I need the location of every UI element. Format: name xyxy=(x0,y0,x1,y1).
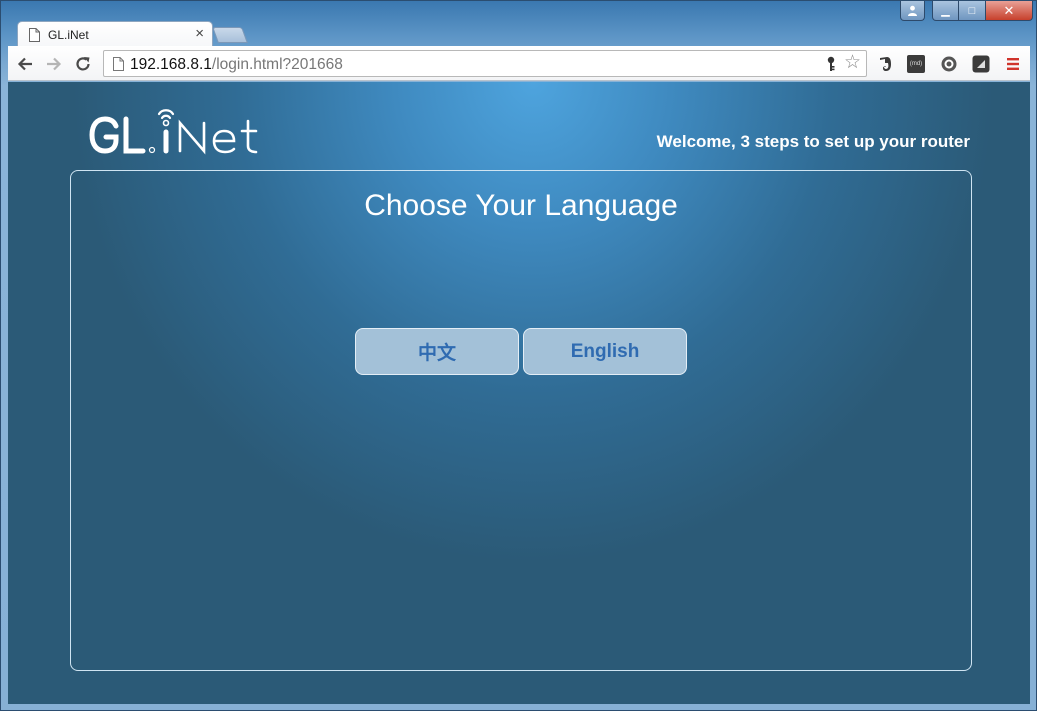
page-viewport: Welcome, 3 steps to set up your router C… xyxy=(8,82,1030,704)
browser-toolbar: 192.168.8.1/login.html?201668 ☆ (md) xyxy=(8,46,1030,81)
back-button[interactable] xyxy=(14,53,36,75)
minimize-button[interactable]: ▁ xyxy=(932,1,959,21)
new-tab-button[interactable] xyxy=(212,27,248,43)
browser-window: GL.iNet × ▁ □ ✕ 192.168.8.1/login.html?2… xyxy=(0,0,1037,711)
forward-button[interactable] xyxy=(43,53,65,75)
browser-tab[interactable]: GL.iNet × xyxy=(17,21,213,47)
url-host: 192.168.8.1 xyxy=(130,56,212,73)
arrow-left-icon xyxy=(17,57,32,71)
english-language-button[interactable]: English xyxy=(523,328,687,375)
evernote-icon[interactable] xyxy=(876,55,894,73)
markdown-badge: (md) xyxy=(909,61,923,67)
reload-button[interactable] xyxy=(72,53,94,75)
square-icon[interactable] xyxy=(972,55,990,73)
tab-title: GL.iNet xyxy=(48,28,89,42)
key-icon[interactable] xyxy=(826,56,836,72)
menu-icon[interactable] xyxy=(1004,55,1022,73)
circle-icon[interactable] xyxy=(940,55,958,73)
title-bar: GL.iNet × ▁ □ ✕ xyxy=(1,1,1036,47)
glinet-logo xyxy=(89,109,258,155)
language-panel: Choose Your Language 中文 English xyxy=(70,170,972,671)
close-tab-icon[interactable]: × xyxy=(195,25,204,43)
maximize-button[interactable]: □ xyxy=(959,1,986,21)
address-bar[interactable]: 192.168.8.1/login.html?201668 ☆ xyxy=(103,50,867,77)
close-window-button[interactable]: ✕ xyxy=(986,1,1033,21)
url-path: /login.html?201668 xyxy=(211,56,343,73)
minimize-icon: ▁ xyxy=(941,5,950,17)
profile-button[interactable] xyxy=(900,1,925,21)
arrow-right-icon xyxy=(47,57,62,71)
welcome-text: Welcome, 3 steps to set up your router xyxy=(656,132,970,151)
document-icon xyxy=(29,28,40,42)
reload-icon xyxy=(76,57,90,71)
page-icon xyxy=(113,57,124,71)
chinese-language-button[interactable]: 中文 xyxy=(355,328,519,375)
close-icon: ✕ xyxy=(1003,2,1015,18)
maximize-icon: □ xyxy=(968,4,976,17)
markdown-icon[interactable]: (md) xyxy=(907,55,925,73)
bookmark-star-icon[interactable]: ☆ xyxy=(844,53,861,73)
url-text: 192.168.8.1/login.html?201668 xyxy=(130,56,343,74)
user-icon xyxy=(908,5,917,16)
page-title: Choose Your Language xyxy=(364,189,678,222)
